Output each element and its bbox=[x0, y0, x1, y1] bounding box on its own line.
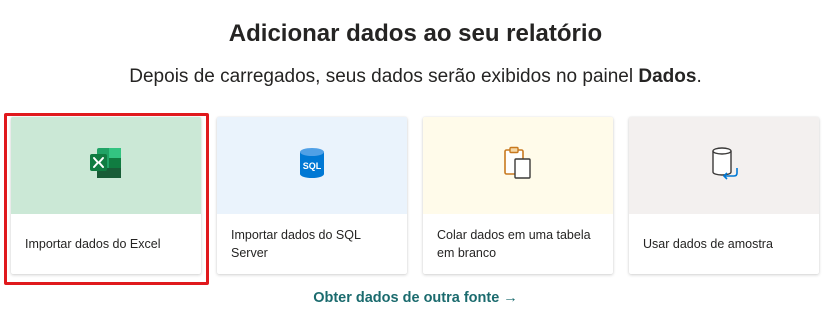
import-sql-server-card[interactable]: SQL Importar dados do SQL Server bbox=[217, 117, 407, 274]
subtitle-text: Depois de carregados, seus dados serão e… bbox=[129, 66, 639, 87]
svg-text:SQL: SQL bbox=[303, 161, 322, 171]
card-icon-area: SQL bbox=[217, 117, 407, 214]
card-icon-area bbox=[629, 117, 819, 214]
get-data-other-source-link[interactable]: Obter dados de outra fonte → bbox=[0, 290, 831, 306]
card-label: Usar dados de amostra bbox=[643, 237, 773, 251]
import-excel-card[interactable]: Importar dados do Excel bbox=[11, 117, 201, 274]
page-title: Adicionar dados ao seu relatório bbox=[228, 20, 603, 47]
subtitle-end: . bbox=[696, 66, 702, 87]
card-icon-area bbox=[423, 117, 613, 214]
card-label: Colar dados em uma tabela em branco bbox=[437, 228, 591, 260]
sample-data-card[interactable]: Usar dados de amostra bbox=[629, 117, 819, 274]
card-label: Importar dados do SQL Server bbox=[231, 228, 361, 260]
add-data-page: Adicionar dados ao seu relatório Depois … bbox=[0, 0, 831, 331]
subtitle-pane-name: Dados bbox=[638, 66, 697, 87]
paste-data-card[interactable]: Colar dados em uma tabela em branco bbox=[423, 117, 613, 274]
paste-icon bbox=[502, 146, 534, 185]
page-subtitle: Depois de carregados, seus dados serão e… bbox=[0, 66, 831, 88]
card-icon-area bbox=[11, 117, 201, 214]
sql-server-icon: SQL bbox=[298, 147, 326, 184]
card-label: Importar dados do Excel bbox=[25, 237, 161, 251]
excel-icon bbox=[89, 147, 123, 184]
sample-data-icon bbox=[708, 146, 740, 185]
